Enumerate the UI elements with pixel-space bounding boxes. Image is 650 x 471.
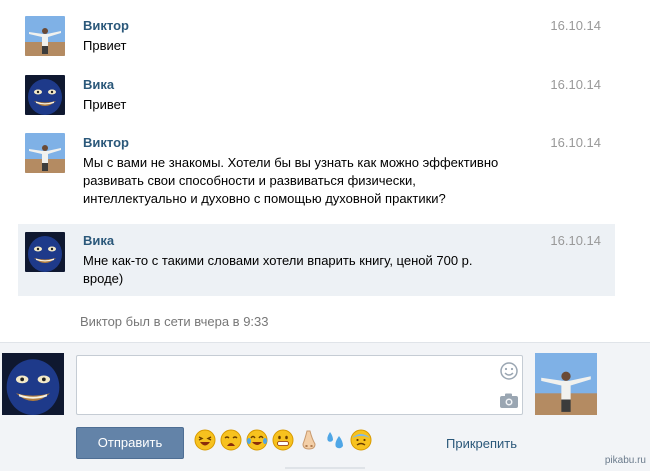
- sender-name[interactable]: Виктор: [83, 18, 129, 33]
- message-line: Првиет: [83, 38, 127, 53]
- message-date[interactable]: 16.10.14: [550, 77, 601, 92]
- message-text: Мы с вами не знакомы. Хотели бы вы узнат…: [83, 154, 533, 208]
- message-line: развивать свои способности и развиваться…: [83, 173, 416, 188]
- smiley-icon[interactable]: [499, 361, 519, 381]
- weary-face-icon[interactable]: [220, 429, 242, 451]
- tears-of-joy-face-icon[interactable]: [246, 429, 268, 451]
- message-text: Првиет: [83, 37, 533, 55]
- message: Вика 16.10.14 Привет: [18, 75, 615, 119]
- message-text: Привет: [83, 96, 533, 114]
- sender-name[interactable]: Виктор: [83, 135, 129, 150]
- online-status: Виктор был в сети вчера в 9:33: [80, 314, 269, 329]
- message-line: Мы с вами не знакомы. Хотели бы вы узнат…: [83, 155, 499, 170]
- avatar-vika[interactable]: [25, 75, 65, 115]
- message-highlighted: Вика 16.10.14 Мне как-то с такими словам…: [18, 224, 615, 296]
- grinning-face-icon[interactable]: [272, 429, 294, 451]
- watermark: pikabu.ru: [604, 455, 646, 466]
- message-composer: Отправить Прикрепить: [0, 342, 650, 471]
- message-date[interactable]: 16.10.14: [550, 233, 601, 248]
- message-line: Привет: [83, 97, 127, 112]
- message: Виктор 16.10.14 Мы с вами не знакомы. Хо…: [18, 133, 615, 213]
- nose-icon[interactable]: [298, 429, 320, 451]
- avatar-viktor[interactable]: [25, 16, 65, 56]
- interlocutor-avatar[interactable]: [535, 353, 597, 415]
- message-line: интеллектуально и духовно с помощью духо…: [83, 191, 446, 206]
- camera-icon[interactable]: [499, 392, 519, 410]
- my-avatar[interactable]: [2, 353, 64, 415]
- cold-sweat-face-icon[interactable]: [350, 429, 372, 451]
- sweat-droplets-icon[interactable]: [324, 429, 346, 451]
- sender-name[interactable]: Вика: [83, 77, 114, 92]
- message-input[interactable]: [76, 355, 523, 415]
- laughing-face-icon[interactable]: [194, 429, 216, 451]
- avatar-vika[interactable]: [25, 232, 65, 272]
- message-line: Мне как-то с такими словами хотели впари…: [83, 253, 473, 268]
- message-line: вроде): [83, 271, 124, 286]
- attach-link[interactable]: Прикрепить: [446, 436, 517, 451]
- message-date[interactable]: 16.10.14: [550, 135, 601, 150]
- avatar-viktor[interactable]: [25, 133, 65, 173]
- message-text: Мне как-то с такими словами хотели впари…: [83, 252, 533, 288]
- send-button[interactable]: Отправить: [76, 427, 184, 459]
- message-date[interactable]: 16.10.14: [550, 18, 601, 33]
- message: Виктор 16.10.14 Првиет: [18, 16, 615, 60]
- sender-name[interactable]: Вика: [83, 233, 114, 248]
- divider: [285, 467, 365, 469]
